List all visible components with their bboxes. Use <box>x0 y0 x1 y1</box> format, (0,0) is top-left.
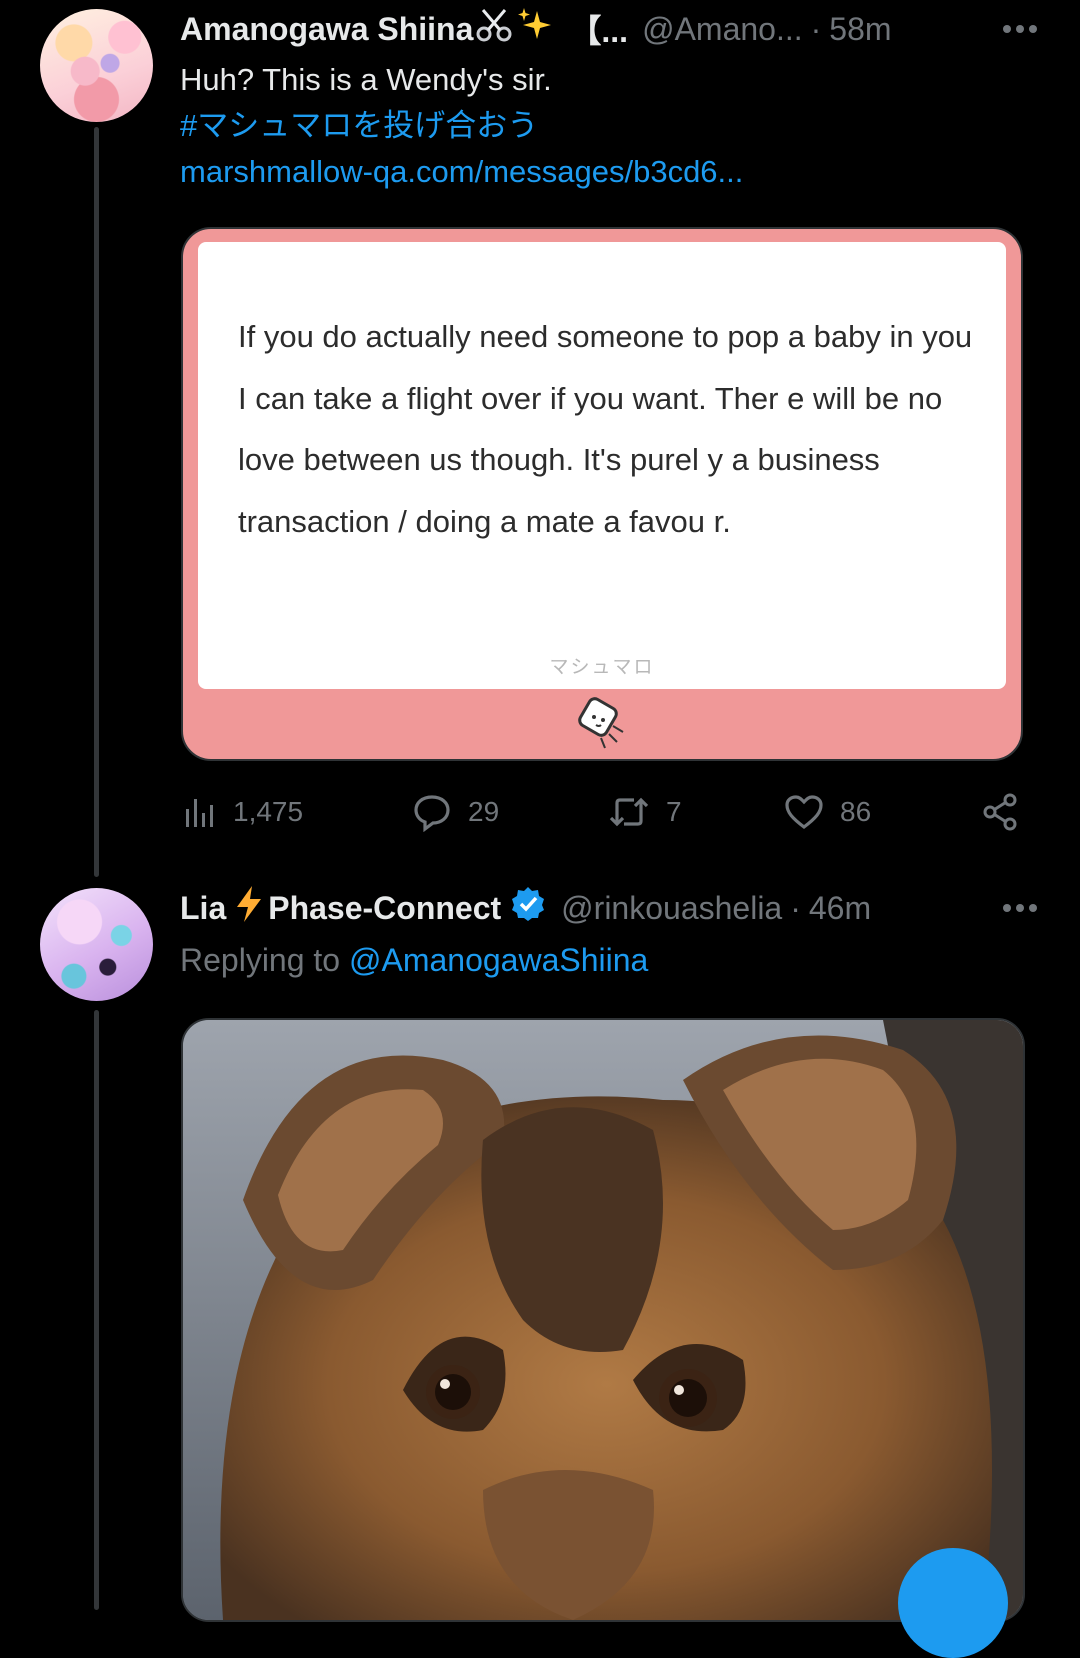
tweet-header: Amanogawa Shiina 【... @Amano... · 58m <box>180 6 1040 52</box>
like-icon <box>785 795 823 830</box>
reply-icon <box>414 795 450 832</box>
display-name-suffix[interactable]: Phase-Connect <box>268 890 501 927</box>
scissors-icon <box>475 6 513 52</box>
separator-dot: · <box>790 889 801 926</box>
more-icon[interactable] <box>1000 888 1040 928</box>
timestamp[interactable]: 58m <box>829 11 891 48</box>
tweet-text: Huh? This is a Wendy's sir. #マシュマロを投げ合おう… <box>180 57 743 195</box>
handle[interactable]: @Amano... <box>642 11 803 48</box>
avatar[interactable] <box>40 888 153 1001</box>
marshmallow-logo-icon <box>578 697 624 749</box>
thread-line-1 <box>94 127 99 877</box>
lightning-icon <box>234 885 264 931</box>
compose-tweet-button[interactable] <box>898 1548 1008 1658</box>
timestamp[interactable]: 46m <box>809 890 871 927</box>
separator-dot: · <box>810 10 822 47</box>
marshmallow-card[interactable]: If you do actually need someone to pop a… <box>181 227 1023 761</box>
tweet-header: Lia Phase-Connect @rinkouashelia · 46m <box>180 885 1040 931</box>
url-link[interactable]: marshmallow-qa.com/messages/b3cd6... <box>180 149 743 195</box>
like-count: 86 <box>840 796 872 827</box>
dog-photo <box>183 1020 1023 1620</box>
handle[interactable]: @rinkouashelia <box>561 890 782 927</box>
retweet-count: 7 <box>666 796 682 827</box>
like-button[interactable]: 86 <box>784 788 871 836</box>
tweet-body: Huh? This is a Wendy's sir. <box>180 62 552 97</box>
replying-handle-link[interactable]: @AmanogawaShiina <box>349 942 648 978</box>
views-count: 1,475 <box>233 796 304 827</box>
avatar[interactable] <box>40 9 153 122</box>
tweet-image[interactable] <box>181 1018 1025 1622</box>
share-button[interactable] <box>980 788 1020 836</box>
retweet-button[interactable]: 7 <box>608 788 682 836</box>
card-brand: マシュマロ <box>549 657 655 678</box>
replying-to: Replying to @AmanogawaShiina <box>180 937 648 983</box>
reply-button[interactable]: 29 <box>412 788 499 836</box>
views-icon <box>186 799 213 827</box>
display-name-suffix[interactable]: 【... <box>569 6 628 52</box>
more-icon[interactable] <box>1000 9 1040 49</box>
retweet-icon <box>609 797 649 827</box>
replying-label: Replying to <box>180 942 341 978</box>
hashtag-link[interactable]: #マシュマロを投げ合おう <box>180 103 743 149</box>
reply-count: 29 <box>468 796 500 827</box>
card-message-box: If you do actually need someone to pop a… <box>198 242 1006 689</box>
thread-line-2 <box>94 1010 99 1610</box>
sparkles-icon <box>515 5 555 53</box>
display-name[interactable]: Lia <box>180 890 226 927</box>
share-icon <box>983 793 1017 831</box>
views-button[interactable]: 1,475 <box>183 788 303 836</box>
verified-icon <box>509 885 547 931</box>
display-name[interactable]: Amanogawa Shiina <box>180 11 473 48</box>
card-message-text: If you do actually need someone to pop a… <box>238 319 973 539</box>
tweet-actions: 1,475 29 7 86 <box>180 788 1040 836</box>
